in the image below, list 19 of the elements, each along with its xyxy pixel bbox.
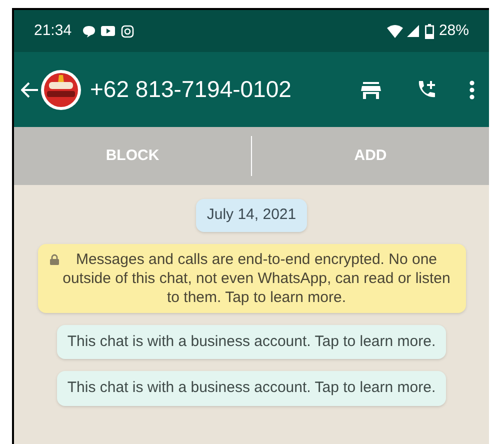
store-icon[interactable] bbox=[361, 80, 381, 100]
clock-time: 21:34 bbox=[34, 20, 72, 41]
play-icon bbox=[100, 25, 115, 37]
signal-icon bbox=[406, 25, 419, 37]
battery-percentage: 28% bbox=[438, 20, 469, 41]
encryption-text: Messages and calls are end-to-end encrypted. No one outside of this chat, not even WhatsApp, can read or listen to them. Tap to learn more. bbox=[62, 250, 452, 306]
contact-name[interactable]: +62 813-7194-0102 bbox=[90, 72, 292, 107]
camera-icon bbox=[120, 24, 134, 38]
avatar-icon[interactable] bbox=[40, 68, 82, 110]
wifi-icon bbox=[386, 24, 403, 38]
back-arrow-icon bbox=[21, 82, 39, 98]
business-notice[interactable]: This chat is with a business account. Tap to learn more. bbox=[57, 324, 446, 359]
date-chip[interactable]: July 14, 2021 bbox=[196, 199, 308, 232]
chat-bubble-icon bbox=[82, 24, 96, 38]
encryption-notice[interactable]: Messages and calls are end-to-end encrypted. No one outside of this chat, not even WhatsApp, can read or listen to them. Tap to learn more. bbox=[38, 244, 466, 312]
business-notice[interactable]: This chat is with a business account. Tap to learn more. bbox=[57, 371, 446, 406]
lock-icon bbox=[50, 254, 58, 264]
more-options-icon[interactable] bbox=[469, 80, 475, 100]
battery-icon bbox=[424, 24, 434, 38]
